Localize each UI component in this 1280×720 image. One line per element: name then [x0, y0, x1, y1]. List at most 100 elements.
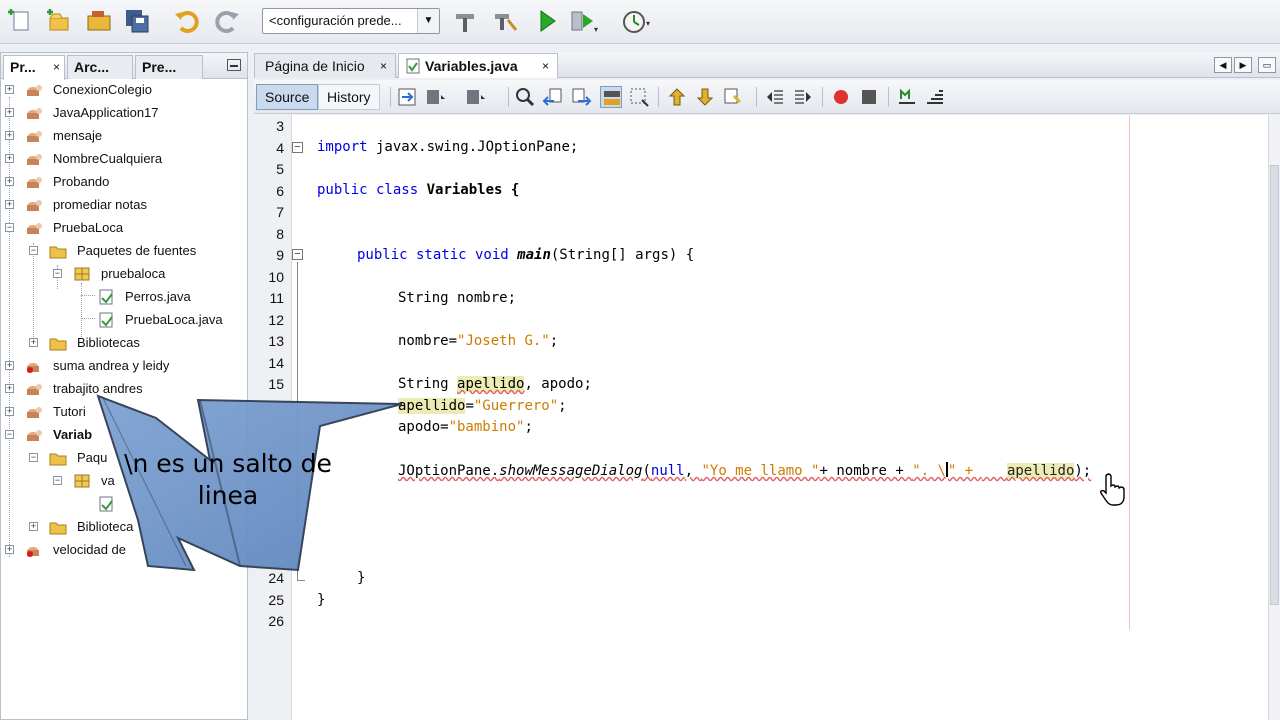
expand-icon[interactable]: + — [5, 108, 14, 117]
stop-macro-icon[interactable] — [858, 86, 880, 108]
debug-icon[interactable]: ▾ — [568, 6, 598, 36]
comment-icon[interactable] — [896, 86, 918, 108]
find-previous-icon[interactable] — [542, 86, 564, 108]
expand-icon[interactable]: + — [5, 177, 14, 186]
tab-variables-java-label: Variables.java — [425, 58, 518, 74]
toggle-bookmark-icon[interactable] — [722, 86, 744, 108]
collapse-icon[interactable]: − — [5, 223, 14, 232]
close-icon[interactable]: × — [380, 54, 387, 78]
code-token: + nombre + — [819, 463, 913, 479]
forward-icon[interactable] — [464, 86, 486, 108]
tree-node[interactable]: + promediar notas — [1, 194, 247, 216]
expand-icon[interactable]: + — [5, 407, 14, 416]
expand-icon[interactable]: + — [5, 384, 14, 393]
expand-icon[interactable]: + — [5, 154, 14, 163]
tree-node[interactable]: + Bibliotecas — [1, 332, 247, 354]
run-icon[interactable] — [532, 6, 562, 36]
java-project-icon — [27, 177, 42, 188]
tree-node[interactable]: + NombreCualquiera — [1, 148, 247, 170]
tree-node[interactable]: − PruebaLoca — [1, 217, 247, 239]
java-project-icon — [27, 154, 42, 165]
shift-left-icon[interactable] — [764, 86, 786, 108]
code-token: apellido — [1006, 463, 1075, 479]
tab-services-label: Pre... — [142, 59, 177, 75]
package-icon — [74, 267, 90, 281]
java-project-icon — [27, 200, 42, 211]
expand-icon[interactable]: + — [5, 200, 14, 209]
collapse-icon[interactable]: − — [53, 476, 62, 485]
tab-variables-java[interactable]: Variables.java × — [398, 53, 558, 78]
tree-node[interactable]: + suma andrea y leidy — [1, 355, 247, 377]
collapse-icon[interactable]: − — [29, 246, 38, 255]
expand-icon[interactable]: + — [5, 361, 14, 370]
previous-bookmark-icon[interactable] — [666, 86, 688, 108]
build-icon[interactable] — [450, 6, 480, 36]
fold-toggle-icon[interactable]: − — [292, 142, 303, 153]
uncomment-icon[interactable] — [924, 86, 946, 108]
expand-icon[interactable]: + — [5, 131, 14, 140]
maximize-icon[interactable]: ▭ — [1258, 57, 1276, 73]
expand-icon[interactable]: + — [29, 522, 38, 531]
projects-panel-tabs: Pr... × Arc... Pre... — [1, 53, 247, 80]
new-file-icon[interactable] — [6, 6, 36, 36]
find-icon[interactable] — [514, 86, 536, 108]
svg-text:▾: ▾ — [594, 25, 598, 34]
line-number: 3 — [276, 118, 284, 134]
fold-toggle-icon[interactable]: − — [292, 249, 303, 260]
clean-build-icon[interactable] — [490, 6, 520, 36]
new-project-icon[interactable] — [44, 6, 74, 36]
expand-icon[interactable]: + — [5, 85, 14, 94]
expand-icon[interactable]: + — [5, 545, 14, 554]
tab-projects[interactable]: Pr... × — [3, 55, 65, 80]
line-number: 11 — [269, 290, 284, 306]
tab-services[interactable]: Pre... — [135, 55, 203, 79]
tree-node[interactable]: + JavaApplication17 — [1, 102, 247, 124]
tree-node[interactable]: + ConexionColegio — [1, 79, 247, 101]
toggle-rectangular-selection-icon[interactable] — [628, 86, 650, 108]
toggle-highlight-icon[interactable] — [600, 86, 622, 108]
source-packages-icon — [49, 246, 67, 259]
save-all-icon[interactable] — [122, 6, 152, 36]
find-next-icon[interactable] — [570, 86, 592, 108]
tree-node[interactable]: − Paquetes de fuentes — [1, 240, 247, 262]
scroll-left-icon[interactable]: ◀ — [1214, 57, 1232, 73]
undo-icon[interactable] — [172, 6, 202, 36]
scrollbar-thumb[interactable] — [1270, 165, 1279, 605]
tree-node[interactable]: Perros.java — [1, 286, 247, 308]
tree-node[interactable]: − pruebaloca — [1, 263, 247, 285]
callout-text: \n es un salto de linea — [108, 448, 348, 512]
hand-cursor-icon — [1100, 473, 1125, 506]
next-bookmark-icon[interactable] — [694, 86, 716, 108]
tree-node[interactable]: + Probando — [1, 171, 247, 193]
java-project-icon — [27, 407, 42, 418]
tree-node[interactable]: + mensaje — [1, 125, 247, 147]
collapse-icon[interactable]: − — [53, 269, 62, 278]
profile-icon[interactable]: ▾ — [620, 6, 650, 36]
code-editor[interactable] — [308, 115, 1268, 720]
configuration-combo[interactable]: <configuración prede... ▼ — [262, 8, 440, 34]
chevron-down-icon[interactable]: ▼ — [417, 9, 439, 33]
collapse-icon[interactable]: − — [29, 453, 38, 462]
collapse-icon[interactable]: − — [5, 430, 14, 439]
expand-icon[interactable]: + — [29, 338, 38, 347]
minimize-icon[interactable] — [227, 59, 241, 71]
open-project-icon[interactable] — [84, 6, 114, 36]
start-macro-icon[interactable] — [830, 86, 852, 108]
close-icon[interactable]: × — [53, 56, 60, 78]
redo-icon[interactable] — [212, 6, 242, 36]
source-button[interactable]: Source — [256, 84, 319, 110]
tree-node[interactable]: PruebaLoca.java — [1, 309, 247, 331]
code-token: = — [465, 398, 474, 414]
tab-files[interactable]: Arc... — [67, 55, 133, 79]
package-icon — [74, 474, 90, 488]
shift-right-icon[interactable] — [792, 86, 814, 108]
scroll-right-icon[interactable]: ▶ — [1234, 57, 1252, 73]
history-button[interactable]: History — [318, 84, 380, 110]
last-edit-icon[interactable] — [396, 86, 418, 108]
close-icon[interactable]: × — [542, 54, 549, 78]
tab-start-page[interactable]: Página de Inicio × — [254, 53, 396, 78]
vertical-scrollbar[interactable] — [1268, 115, 1280, 720]
back-icon[interactable] — [424, 86, 446, 108]
line-number: 7 — [276, 204, 284, 220]
tab-start-page-label: Página de Inicio — [265, 58, 365, 74]
